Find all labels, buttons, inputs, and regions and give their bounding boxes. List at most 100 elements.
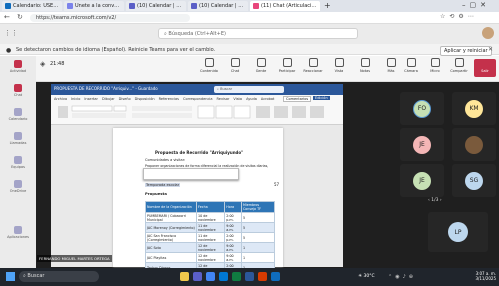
table-row: JAC Playitas 12 de noviembre 9:00 a.m. 1 <box>144 252 276 263</box>
cell: JAC Morenoy (Corregimiento) <box>144 222 198 233</box>
menu-references[interactable]: Referencias <box>159 97 179 101</box>
teams-search-input[interactable]: ⌕ Búsqueda (Ctrl+Alt+E) <box>158 28 358 39</box>
tool-camera[interactable]: Cámara <box>398 58 424 73</box>
close-icon[interactable]: ✕ <box>488 46 493 53</box>
browser-toolbar-icons[interactable]: ☆⟲⚙⋯ <box>440 13 478 20</box>
weather[interactable]: ☀ 30°C <box>358 274 375 279</box>
tool-content[interactable]: Contenido <box>196 58 222 73</box>
notice-text: Se detectaron cambios de idioma (Español… <box>16 47 216 53</box>
chevron-right-icon[interactable]: › <box>438 198 442 203</box>
tool-participate[interactable]: Participar <box>274 58 300 73</box>
avatar-photo <box>465 135 483 154</box>
info-icon: ● <box>6 47 12 54</box>
edge-icon[interactable] <box>219 272 228 281</box>
doc-heading: Propuesta de Recorrido "Arriquiyundo" <box>155 150 244 155</box>
avatar: LP <box>448 222 468 242</box>
rail-item-calls[interactable]: Llamadas <box>0 132 36 145</box>
chrome-icon[interactable] <box>206 272 215 281</box>
table-row: JAC Morenoy (Corregimiento) 11 de noviemb… <box>144 222 276 233</box>
app-grid-icon[interactable]: ⋮⋮ <box>4 29 18 37</box>
comments-button[interactable]: Comentarios <box>283 96 312 102</box>
calendar-icon <box>5 3 11 9</box>
menu-home[interactable]: Inicio <box>71 97 80 101</box>
restart-button[interactable]: Aplicar y reiniciar <box>440 46 492 56</box>
share-icon <box>454 58 464 67</box>
tool-chat[interactable]: Chat <box>222 58 248 73</box>
cell: JAC Playitas <box>144 252 198 263</box>
participant-tile[interactable]: JE <box>400 164 444 197</box>
menu-mailings[interactable]: Correspondencia <box>183 97 213 101</box>
tool-share[interactable]: Compartir <box>446 58 472 73</box>
ribbon-controls[interactable] <box>56 104 336 122</box>
tool-people[interactable]: Gente <box>248 58 274 73</box>
notes-icon <box>360 58 370 67</box>
rail-item-chat[interactable]: Chat <box>0 84 36 97</box>
column-header: Fecha <box>196 201 226 213</box>
menu-draw[interactable]: Dibujar <box>102 97 115 101</box>
floating-format-toolbar[interactable] <box>143 168 239 180</box>
taskbar-search[interactable]: ⌕ Buscar <box>19 271 99 282</box>
avatar: JE <box>413 171 431 190</box>
participant-tile[interactable]: SG <box>452 164 496 197</box>
tool-notes[interactable]: Notas <box>352 58 378 73</box>
menu-insert[interactable]: Insertar <box>84 97 98 101</box>
leave-button[interactable]: Salir <box>474 59 496 77</box>
word-search-input[interactable]: ⌕ Buscar <box>214 86 284 93</box>
powerpoint-icon[interactable] <box>258 272 267 281</box>
tool-mic[interactable]: Micro <box>422 58 448 73</box>
new-tab-button[interactable]: + <box>324 1 331 10</box>
menu-review[interactable]: Revisar <box>217 97 230 101</box>
rail-item-onedrive[interactable]: OneDrive <box>0 180 36 193</box>
tool-view[interactable]: Vista <box>326 58 352 73</box>
self-view-tile[interactable]: LP <box>428 212 488 252</box>
rail-item-apps[interactable]: Aplicaciones <box>0 226 36 239</box>
pager[interactable]: ‹ 1/3 › <box>428 198 442 203</box>
window-controls[interactable]: –▢✕ <box>462 1 496 9</box>
avatar: JE <box>413 135 431 154</box>
rail-item-activity[interactable]: Actividad <box>0 60 36 73</box>
avatar[interactable] <box>482 27 494 39</box>
clock[interactable]: 3:07 a. m. 3/11/2025 <box>466 271 496 281</box>
browser-tab[interactable]: Únete a la conversación <box>64 1 124 11</box>
start-icon[interactable] <box>6 272 15 281</box>
teams-icon <box>253 3 259 9</box>
hand-icon <box>282 58 292 67</box>
editing-button[interactable]: Edición <box>313 96 330 100</box>
participant-tile[interactable] <box>452 128 496 161</box>
emoji-icon <box>308 58 318 67</box>
participant-tile[interactable]: KM <box>452 92 496 125</box>
participant-tile[interactable]: JE <box>400 128 444 161</box>
teams-icon[interactable] <box>193 272 202 281</box>
menu-help[interactable]: Ayuda <box>246 97 257 101</box>
cell: 5 <box>240 212 276 223</box>
cell: 2:00 p.m. <box>224 232 242 243</box>
system-tray-icons[interactable]: ⌃◉♪⊕ <box>388 274 416 280</box>
file-explorer-icon[interactable] <box>180 272 189 281</box>
back-icon[interactable]: ← <box>4 13 10 21</box>
presenter-label: FERNANDO MIGUEL MARTES ORTEGA <box>37 255 112 262</box>
browser-tab[interactable]: (10) Calendar | Calendar (194) <box>126 1 186 11</box>
browser-tab-active[interactable]: (11) Chat (Articulación) <box>250 1 320 11</box>
avatar: KM <box>465 99 483 118</box>
cell: 9:00 a.m. <box>224 252 242 263</box>
tool-react[interactable]: Reaccionar <box>300 58 326 73</box>
browser-tab[interactable]: Calendario: USETT RODRIGU <box>2 1 62 11</box>
browser-tab[interactable]: (10) Calendar | Calendar (194) <box>188 1 248 11</box>
menu-file[interactable]: Archivo <box>54 97 67 101</box>
menu-acrobat[interactable]: Acrobat <box>261 97 275 101</box>
avatar: SG <box>465 171 483 190</box>
menu-view[interactable]: Vista <box>233 97 242 101</box>
rail-item-teams[interactable]: Equipos <box>0 156 36 169</box>
teams-icon <box>14 156 22 164</box>
rail-item-calendar[interactable]: Calendario <box>0 108 36 121</box>
word-icon[interactable] <box>245 272 254 281</box>
excel-icon[interactable] <box>232 272 241 281</box>
refresh-icon[interactable]: ↻ <box>17 13 23 21</box>
url-field[interactable]: https://teams.microsoft.com/v2/ <box>30 14 190 22</box>
outlook-icon[interactable] <box>271 272 280 281</box>
menu-design[interactable]: Diseño <box>119 97 131 101</box>
menu-layout[interactable]: Disposición <box>135 97 155 101</box>
mic-icon <box>430 58 440 67</box>
participant-tile[interactable]: FO <box>400 92 444 125</box>
cell: 10 de noviembre <box>196 212 226 223</box>
